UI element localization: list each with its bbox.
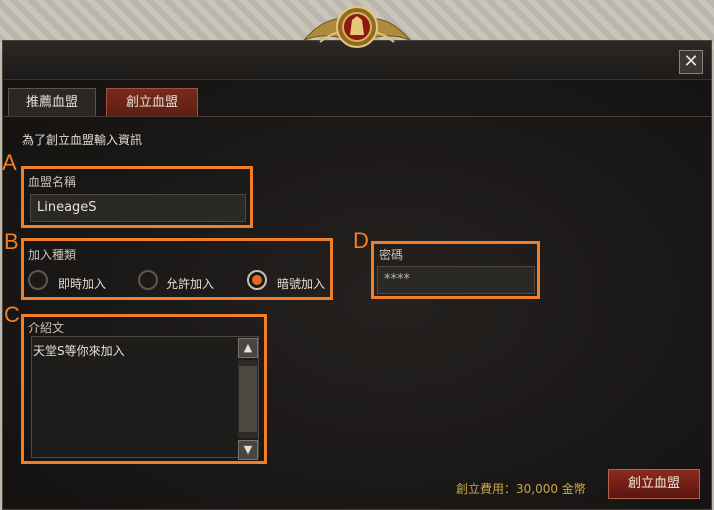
- radio-instant-join[interactable]: [28, 270, 48, 290]
- clan-crest-emblem-icon: [303, 6, 411, 48]
- annotation-letter-b: B: [4, 229, 19, 254]
- password-label: 密碼: [379, 248, 404, 262]
- close-button[interactable]: ✕: [679, 50, 703, 74]
- scrollbar-thumb[interactable]: [239, 366, 257, 432]
- annotation-letter-a: A: [2, 150, 17, 175]
- creation-cost-text: 創立費用：30,000 金幣: [456, 482, 586, 496]
- tab-create-clan[interactable]: 創立血盟: [106, 88, 198, 116]
- annotation-letter-c: C: [4, 302, 20, 327]
- radio-approval-join-label[interactable]: 允許加入: [166, 275, 214, 292]
- radio-approval-join[interactable]: [138, 270, 158, 290]
- clan-name-input[interactable]: LineageS: [30, 194, 246, 222]
- join-type-label: 加入種類: [28, 248, 77, 262]
- tab-recommended-clans[interactable]: 推薦血盟: [8, 88, 96, 116]
- page-subtitle: 為了創立血盟輸入資訊: [22, 133, 143, 147]
- clan-name-label: 血盟名稱: [28, 175, 77, 189]
- scroll-down-button[interactable]: ▼: [238, 440, 258, 460]
- annotation-letter-d: D: [353, 228, 369, 253]
- introduction-label: 介紹文: [28, 321, 65, 335]
- password-input[interactable]: ****: [377, 266, 535, 294]
- scroll-up-button[interactable]: ▲: [238, 338, 258, 358]
- introduction-text[interactable]: 天堂S等你來加入: [33, 342, 125, 359]
- radio-password-join-label[interactable]: 暗號加入: [277, 275, 325, 292]
- create-clan-button[interactable]: 創立血盟: [608, 469, 700, 499]
- radio-instant-join-label[interactable]: 即時加入: [58, 275, 106, 292]
- radio-password-join[interactable]: [247, 270, 267, 290]
